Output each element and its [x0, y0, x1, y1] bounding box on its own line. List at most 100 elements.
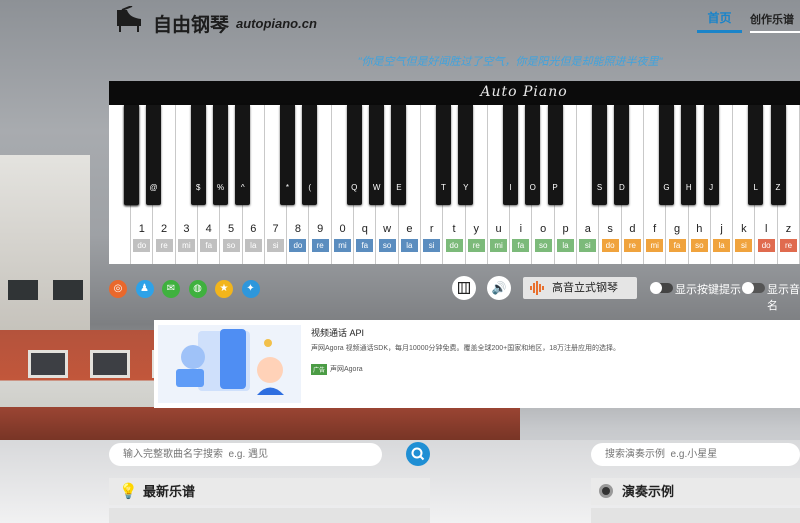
key-label: 1 [138, 223, 145, 235]
key-label: h [696, 223, 703, 235]
black-key[interactable]: S [592, 105, 608, 205]
site-title[interactable]: 自由钢琴 [153, 10, 229, 37]
key-label: I [509, 183, 512, 192]
key-label: Q [351, 183, 358, 192]
key-label: 5 [227, 223, 235, 235]
sheet-music-icon [457, 281, 471, 295]
ad-banner[interactable]: 视频通话 API 声网Agora 视频通话SDK，每月10000分钟免费。覆盖全… [154, 320, 800, 408]
key-label: Z [775, 183, 781, 192]
key-label: l [764, 223, 768, 235]
note-label: so [690, 239, 708, 252]
black-key[interactable]: @ [146, 105, 162, 205]
song-search-input[interactable] [109, 443, 382, 466]
black-key[interactable]: W [369, 105, 385, 205]
weibo-icon[interactable]: ◎ [109, 280, 127, 298]
black-key[interactable]: Q [346, 105, 362, 205]
piano-keys: 1 do 2 re 3 mi 4 fa 5 so 6 la 7 si 8 do 9 re 0 mi q fa w so e la r… [109, 105, 800, 264]
black-key[interactable]: T [436, 105, 451, 205]
demos-list [591, 508, 800, 523]
ad-description: 声网Agora 视频通话SDK，每月10000分钟免费。覆盖全球200+国家和地… [311, 345, 621, 352]
nav-create-score[interactable]: 创作乐谱 [750, 11, 800, 33]
ad-title[interactable]: 视频通话 API [311, 326, 364, 339]
volume-icon: 🔊 [491, 281, 507, 295]
note-label: la [400, 239, 418, 252]
black-key[interactable]: % [213, 105, 228, 205]
key-label: 9 [317, 223, 324, 235]
instrument-selector[interactable]: 高音立式钢琴 [523, 277, 637, 299]
black-key[interactable]: * [279, 105, 295, 205]
black-key[interactable]: J [703, 105, 719, 205]
demos-header: 演奏示例 [591, 478, 800, 505]
key-label: 3 [183, 223, 190, 235]
key-label: y [473, 223, 480, 235]
nav-home[interactable]: 首页 [697, 9, 742, 33]
note-label: re [311, 239, 329, 252]
black-key[interactable]: L [748, 105, 764, 205]
moments-icon[interactable]: ◍ [188, 280, 207, 298]
black-key[interactable]: E [391, 105, 407, 205]
key-label: t [452, 223, 456, 235]
key-label: G [663, 183, 670, 192]
black-key[interactable]: G [659, 105, 674, 205]
volume-button[interactable]: 🔊 [487, 276, 511, 300]
key-label: 6 [250, 223, 257, 235]
key-label: q [361, 223, 368, 235]
key-label: f [653, 223, 657, 235]
black-key[interactable] [123, 105, 139, 205]
key-label: P [552, 183, 558, 192]
key-label: a [584, 223, 591, 235]
key-label: r [429, 223, 434, 235]
key-label: u [495, 223, 502, 235]
grand-piano-logo-icon[interactable] [114, 6, 144, 34]
black-key[interactable]: O [525, 105, 541, 205]
key-hint-toggle[interactable] [650, 282, 673, 294]
key-label: g [673, 223, 681, 235]
black-key[interactable]: $ [190, 105, 206, 205]
black-key[interactable]: ^ [235, 105, 251, 205]
key-label: 7 [272, 223, 279, 235]
key-label: @ [149, 183, 158, 192]
key-label: w [383, 223, 392, 235]
latest-scores-header: 💡 最新乐谱 [109, 478, 430, 505]
demo-search-input[interactable] [591, 443, 800, 466]
key-label: 8 [294, 223, 301, 235]
twitter-icon[interactable]: ✦ [241, 280, 260, 298]
black-key[interactable]: Z [770, 105, 786, 205]
key-label: T [441, 183, 446, 192]
note-label: la [557, 239, 574, 252]
note-label: fa [200, 239, 218, 252]
sheet-music-button[interactable] [452, 276, 476, 300]
piano-top-bar: Auto Piano [109, 81, 800, 105]
note-label: mi [490, 239, 508, 252]
qzone-icon[interactable]: ★ [215, 280, 233, 298]
black-key[interactable]: P [547, 105, 563, 205]
note-label: re [467, 239, 485, 252]
wechat-icon[interactable]: ✉ [162, 280, 180, 298]
note-hint-toggle[interactable] [742, 282, 765, 294]
note-label: do [445, 239, 463, 252]
key-label: ( [308, 183, 312, 192]
note-label: so [534, 239, 552, 252]
piano-brand: Auto Piano [480, 84, 568, 100]
key-label: % [216, 183, 225, 192]
key-label: j [720, 223, 723, 235]
note-label: do [289, 239, 307, 252]
black-key[interactable]: D [614, 105, 630, 205]
ad-image [158, 325, 301, 403]
black-key[interactable]: ( [302, 105, 318, 205]
ad-tag: 广告 [311, 364, 328, 375]
key-label: 0 [339, 223, 346, 235]
black-key[interactable]: I [502, 105, 518, 205]
equalizer-icon [530, 281, 544, 295]
key-label: o [540, 223, 547, 235]
note-label: mi [177, 239, 195, 252]
qq-icon[interactable]: ♟ [135, 280, 154, 298]
note-label: re [780, 239, 797, 252]
note-label: si [267, 239, 285, 252]
instrument-label: 高音立式钢琴 [552, 282, 618, 294]
black-key[interactable]: Y [458, 105, 474, 205]
key-label: * [285, 183, 289, 192]
search-button[interactable] [406, 442, 430, 466]
key-label: $ [195, 183, 201, 192]
black-key[interactable]: H [681, 105, 697, 205]
